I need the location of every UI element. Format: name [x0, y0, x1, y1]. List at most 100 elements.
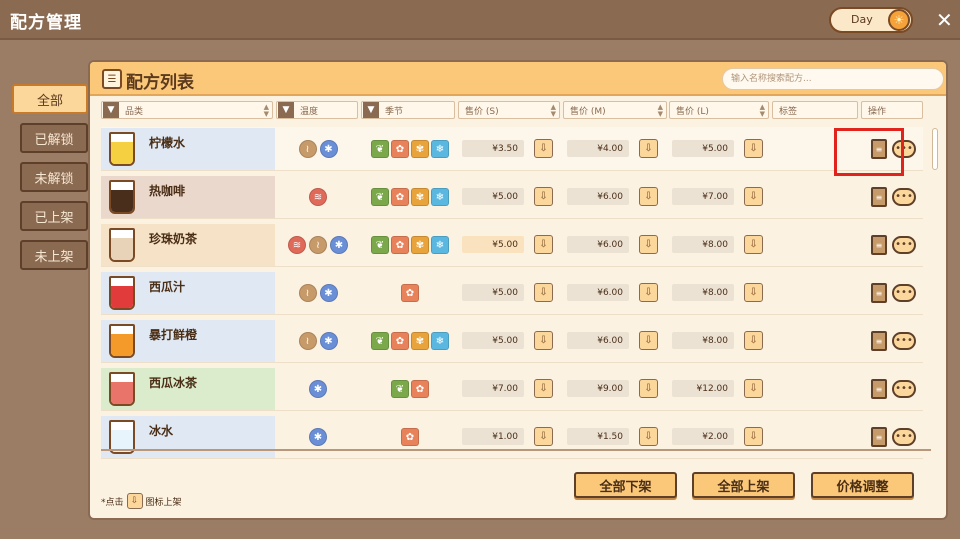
column-season[interactable]: ▼ 季节 [361, 101, 455, 119]
autumn-icon: ✾ [411, 236, 429, 254]
drink-cup-icon [109, 228, 135, 262]
filter-icon[interactable]: ▼ [103, 102, 119, 118]
shelf-toggle-button[interactable]: ⇩ [639, 427, 658, 446]
panel-header: ☰ 配方列表 [90, 62, 946, 96]
sort-icon: ▲ ▼ [263, 103, 269, 118]
price-s-value: ¥5.00 [462, 188, 524, 205]
price-l-value: ¥8.00 [672, 332, 734, 349]
price-l-value: ¥8.00 [672, 236, 734, 253]
spring-icon: ❦ [371, 188, 389, 206]
shelf-toggle-button[interactable]: ⇩ [744, 331, 763, 350]
shelf-toggle-button[interactable]: ⇩ [639, 139, 658, 158]
shelf-toggle-button[interactable]: ⇩ [639, 187, 658, 206]
drink-cup-icon [109, 180, 135, 214]
drink-name: 热咖啡 [149, 184, 186, 198]
shelf-toggle-button[interactable]: ⇩ [534, 427, 553, 446]
more-options-icon[interactable]: ••• [892, 332, 916, 350]
search-input[interactable] [722, 68, 944, 90]
column-price-s[interactable]: 售价 (S) ▲ ▼ [458, 101, 560, 119]
table-row[interactable]: 柠檬水 ≀ ✱ ❦ ✿ ✾ ❄ ¥3.50 ⇩ ¥4.00 ⇩ ¥5.00 ⇩ ≡ ••• [101, 127, 923, 171]
winter-icon: ❄ [431, 332, 449, 350]
table-row[interactable]: 珍珠奶茶 ≋ ≀ ✱ ❦ ✿ ✾ ❄ ¥5.00 ⇩ ¥6.00 ⇩ ¥8.00 ⇩ ≡ ••• [101, 223, 923, 267]
table-row[interactable]: 西瓜汁 ≀ ✱ ✿ ¥5.00 ⇩ ¥6.00 ⇩ ¥8.00 ⇩ ≡ ••• [101, 271, 923, 315]
tab-locked[interactable]: 未解锁 [20, 162, 88, 192]
column-category[interactable]: ▼ 品类 ▲ ▼ [101, 101, 273, 119]
warm-icon: ≀ [298, 140, 317, 158]
shelf-toggle-button[interactable]: ⇩ [534, 331, 553, 350]
price-s-value: ¥3.50 [462, 140, 524, 157]
shelf-toggle-button[interactable]: ⇩ [534, 283, 553, 302]
table-row[interactable]: 热咖啡 ≋ ❦ ✿ ✾ ❄ ¥5.00 ⇩ ¥6.00 ⇩ ¥7.00 ⇩ ≡ ••• [101, 175, 923, 219]
shelf-toggle-button[interactable]: ⇩ [534, 139, 553, 158]
price-m-value: ¥6.00 [567, 332, 629, 349]
price-adjust-button[interactable]: 价格调整 [811, 472, 914, 498]
recipe-card-icon[interactable]: ≡ [871, 331, 887, 351]
more-options-icon[interactable]: ••• [892, 236, 916, 254]
hot-icon: ≋ [309, 188, 327, 206]
recipe-card-icon[interactable]: ≡ [871, 235, 887, 255]
shelf-toggle-button[interactable]: ⇩ [639, 331, 658, 350]
temperature-cell: ≋ ≀ ✱ [277, 223, 359, 267]
recipe-card-icon[interactable]: ≡ [871, 283, 887, 303]
price-s-value: ¥5.00 [462, 332, 524, 349]
list-all-button[interactable]: 全部上架 [692, 472, 795, 498]
season-cell: ❦ ✿ ✾ ❄ [361, 223, 459, 267]
column-price-l[interactable]: 售价 (L) ▲ ▼ [669, 101, 769, 119]
autumn-icon: ✾ [411, 140, 429, 158]
price-s-value: ¥1.00 [462, 428, 524, 445]
filter-icon[interactable]: ▼ [278, 102, 294, 118]
close-icon[interactable]: ✕ [936, 8, 953, 32]
shelf-toggle-button[interactable]: ⇩ [639, 283, 658, 302]
tab-listed[interactable]: 已上架 [20, 201, 88, 231]
day-night-toggle[interactable]: Day ☀ [829, 7, 913, 33]
top-bar: 配方管理 Day ☀ ✕ [0, 0, 960, 40]
sort-icon: ▲ ▼ [657, 103, 663, 118]
cold-icon: ✱ [309, 428, 327, 446]
shelf-toggle-button[interactable]: ⇩ [534, 187, 553, 206]
column-price-m[interactable]: 售价 (M) ▲ ▼ [563, 101, 667, 119]
column-actions: 操作 [861, 101, 923, 119]
autumn-icon: ✾ [411, 188, 429, 206]
table-row[interactable]: 冰水 ✱ ✿ ¥1.00 ⇩ ¥1.50 ⇩ ¥2.00 ⇩ ≡ ••• [101, 415, 923, 459]
panel-title: 配方列表 [126, 73, 194, 93]
recipe-card-icon[interactable]: ≡ [871, 187, 887, 207]
recipe-card-icon[interactable]: ≡ [871, 427, 887, 447]
drink-thumbnail: 暴打鲜橙 [101, 320, 275, 362]
tab-unlocked[interactable]: 已解锁 [20, 123, 88, 153]
tab-unlisted[interactable]: 未上架 [20, 240, 88, 270]
column-temperature[interactable]: ▼ 温度 [276, 101, 358, 119]
sort-icon: ▲ ▼ [759, 103, 765, 118]
more-options-icon[interactable]: ••• [892, 380, 916, 398]
recipe-card-icon[interactable]: ≡ [871, 379, 887, 399]
table-row[interactable]: 西瓜冰茶 ✱ ❦ ✿ ¥7.00 ⇩ ¥9.00 ⇩ ¥12.00 ⇩ ≡ ••• [101, 367, 923, 411]
cold-icon: ✱ [319, 332, 338, 350]
cold-icon: ✱ [330, 236, 348, 254]
shelf-toggle-button[interactable]: ⇩ [534, 235, 553, 254]
shelf-toggle-button[interactable]: ⇩ [639, 235, 658, 254]
scrollbar[interactable] [932, 128, 938, 170]
shelf-toggle-button[interactable]: ⇩ [744, 139, 763, 158]
shelf-icon: ⇩ [126, 493, 143, 509]
drink-name: 暴打鲜橙 [149, 328, 198, 342]
more-options-icon[interactable]: ••• [892, 284, 916, 302]
shelf-toggle-button[interactable]: ⇩ [744, 235, 763, 254]
shelf-toggle-button[interactable]: ⇩ [534, 379, 553, 398]
shelf-toggle-button[interactable]: ⇩ [744, 283, 763, 302]
table-row[interactable]: 暴打鲜橙 ≀ ✱ ❦ ✿ ✾ ❄ ¥5.00 ⇩ ¥6.00 ⇩ ¥8.00 ⇩ ≡ ••• [101, 319, 923, 363]
drink-thumbnail: 柠檬水 [101, 128, 275, 170]
tab-all[interactable]: 全部 [12, 84, 88, 114]
filter-icon[interactable]: ▼ [363, 102, 379, 118]
autumn-icon: ✾ [411, 332, 429, 350]
cold-icon: ✱ [309, 380, 327, 398]
shelf-toggle-button[interactable]: ⇩ [639, 379, 658, 398]
shelf-toggle-button[interactable]: ⇩ [744, 187, 763, 206]
shelf-toggle-button[interactable]: ⇩ [744, 379, 763, 398]
price-m-value: ¥9.00 [567, 380, 629, 397]
cold-icon: ✱ [319, 284, 338, 302]
shelf-toggle-button[interactable]: ⇩ [744, 427, 763, 446]
more-options-icon[interactable]: ••• [892, 428, 916, 446]
delist-all-button[interactable]: 全部下架 [574, 472, 677, 498]
drink-name: 珍珠奶茶 [149, 232, 198, 246]
temperature-cell: ≋ [277, 175, 359, 219]
more-options-icon[interactable]: ••• [892, 188, 916, 206]
